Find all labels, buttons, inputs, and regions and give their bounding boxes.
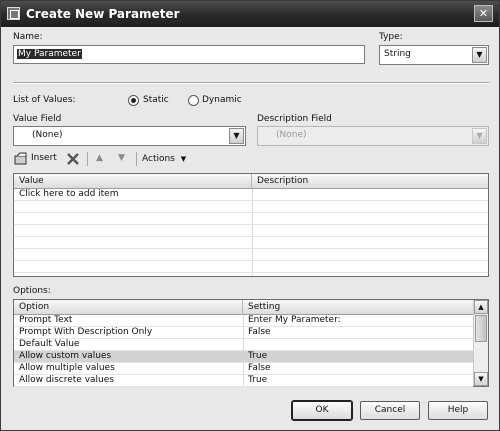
option-row[interactable]: Allow custom values True: [14, 351, 473, 363]
option-name-cell: Prompt With Description Only: [19, 327, 153, 337]
option-name-cell: Allow custom values: [19, 351, 112, 361]
scroll-down-icon[interactable]: ▼: [474, 372, 488, 386]
dynamic-radio[interactable]: [188, 95, 199, 106]
column-header-value[interactable]: Value: [14, 174, 252, 189]
chevron-down-icon[interactable]: ▼: [229, 128, 244, 144]
value-field-label: Value Field: [13, 114, 62, 124]
table-row[interactable]: [14, 201, 488, 213]
option-name-cell: Allow discrete values: [19, 375, 114, 385]
cancel-button[interactable]: Cancel: [360, 401, 420, 420]
option-name-cell: Prompt Text: [19, 315, 73, 325]
description-field-label: Description Field: [257, 114, 332, 124]
static-radio-label[interactable]: Static: [143, 95, 169, 105]
close-button[interactable]: ✕: [474, 5, 493, 22]
name-input[interactable]: My Parameter: [13, 45, 365, 64]
value-cell[interactable]: [14, 213, 252, 225]
insert-button[interactable]: Insert: [13, 151, 61, 167]
column-header-option[interactable]: Option: [14, 300, 243, 315]
arrow-down-icon[interactable]: ▼: [118, 153, 125, 163]
value-field-select[interactable]: (None) ▼: [13, 126, 246, 146]
description-field-select[interactable]: (None) ▼: [257, 126, 489, 146]
value-cell[interactable]: [14, 225, 252, 237]
option-setting-cell[interactable]: False: [243, 327, 473, 339]
option-row[interactable]: Allow discrete values True: [14, 375, 473, 387]
dynamic-radio-label[interactable]: Dynamic: [202, 95, 242, 105]
option-name-cell: Allow multiple values: [19, 363, 115, 373]
description-field-value: (None): [276, 130, 307, 140]
value-cell[interactable]: [14, 249, 252, 261]
table-row[interactable]: [14, 249, 488, 261]
chevron-down-icon[interactable]: ▼: [472, 47, 487, 63]
value-field-value: (None): [32, 130, 63, 140]
column-header-description[interactable]: Description: [252, 174, 488, 189]
option-row[interactable]: Prompt With Description Only False: [14, 327, 473, 339]
values-table: Value Description Click here to add item: [13, 173, 489, 277]
type-select-value: String: [384, 49, 411, 59]
option-name-cell: Default Value: [19, 339, 80, 349]
description-cell[interactable]: [252, 189, 488, 201]
option-row[interactable]: Allow multiple values False: [14, 363, 473, 375]
table-row[interactable]: [14, 237, 488, 249]
ok-button[interactable]: OK: [291, 400, 353, 421]
table-row[interactable]: [14, 213, 488, 225]
scrollbar-thumb[interactable]: [475, 315, 487, 342]
options-table-header: Option Setting: [14, 300, 473, 315]
help-button[interactable]: Help: [428, 401, 488, 420]
options-scrollbar[interactable]: ▲ ▼: [473, 300, 488, 386]
description-cell[interactable]: [252, 249, 488, 261]
name-input-value: My Parameter: [17, 49, 82, 59]
description-cell[interactable]: [252, 201, 488, 213]
value-cell[interactable]: [14, 201, 252, 213]
description-cell[interactable]: [252, 237, 488, 249]
option-setting-cell[interactable]: True: [243, 351, 473, 363]
actions-menu[interactable]: Actions ▼: [142, 154, 186, 164]
divider: [13, 82, 489, 84]
scroll-up-icon[interactable]: ▲: [474, 300, 488, 314]
option-row[interactable]: Default Value: [14, 339, 473, 351]
create-parameter-dialog: Create New Parameter ✕ Name: My Paramete…: [0, 0, 500, 431]
table-row[interactable]: Click here to add item: [14, 189, 488, 201]
name-label: Name:: [13, 32, 43, 42]
description-cell[interactable]: [252, 261, 488, 273]
toolbar-separator: [136, 152, 137, 166]
type-label: Type:: [379, 32, 403, 42]
option-setting-cell[interactable]: [243, 339, 473, 351]
value-cell[interactable]: Click here to add item: [14, 189, 252, 201]
window-icon: [7, 7, 20, 20]
column-header-setting[interactable]: Setting: [243, 300, 473, 315]
arrow-up-icon[interactable]: ▲: [96, 153, 103, 163]
list-of-values-label: List of Values:: [13, 95, 76, 105]
type-select[interactable]: String ▼: [379, 45, 489, 65]
chevron-down-icon[interactable]: ▼: [472, 128, 487, 144]
description-cell[interactable]: [252, 213, 488, 225]
delete-icon[interactable]: [67, 153, 79, 165]
option-setting-cell[interactable]: Enter My Parameter:: [243, 315, 473, 327]
insert-icon: [14, 152, 27, 165]
title-bar: Create New Parameter ✕: [1, 1, 499, 27]
option-setting-cell[interactable]: False: [243, 363, 473, 375]
toolbar-separator: [87, 152, 88, 166]
value-cell[interactable]: [14, 261, 252, 273]
options-table: Option Setting Prompt Text Enter My Param…: [13, 299, 489, 387]
table-row[interactable]: [14, 225, 488, 237]
option-setting-cell[interactable]: True: [243, 375, 473, 387]
description-cell[interactable]: [252, 225, 488, 237]
chevron-down-icon: ▼: [180, 155, 187, 163]
static-radio[interactable]: [128, 95, 139, 106]
values-table-header: Value Description: [14, 174, 488, 189]
table-row[interactable]: [14, 261, 488, 273]
insert-label: Insert: [31, 153, 57, 163]
options-label: Options:: [13, 286, 51, 296]
value-cell[interactable]: [14, 237, 252, 249]
option-row[interactable]: Prompt Text Enter My Parameter:: [14, 315, 473, 327]
actions-label: Actions: [142, 154, 175, 164]
window-title: Create New Parameter: [26, 7, 180, 21]
